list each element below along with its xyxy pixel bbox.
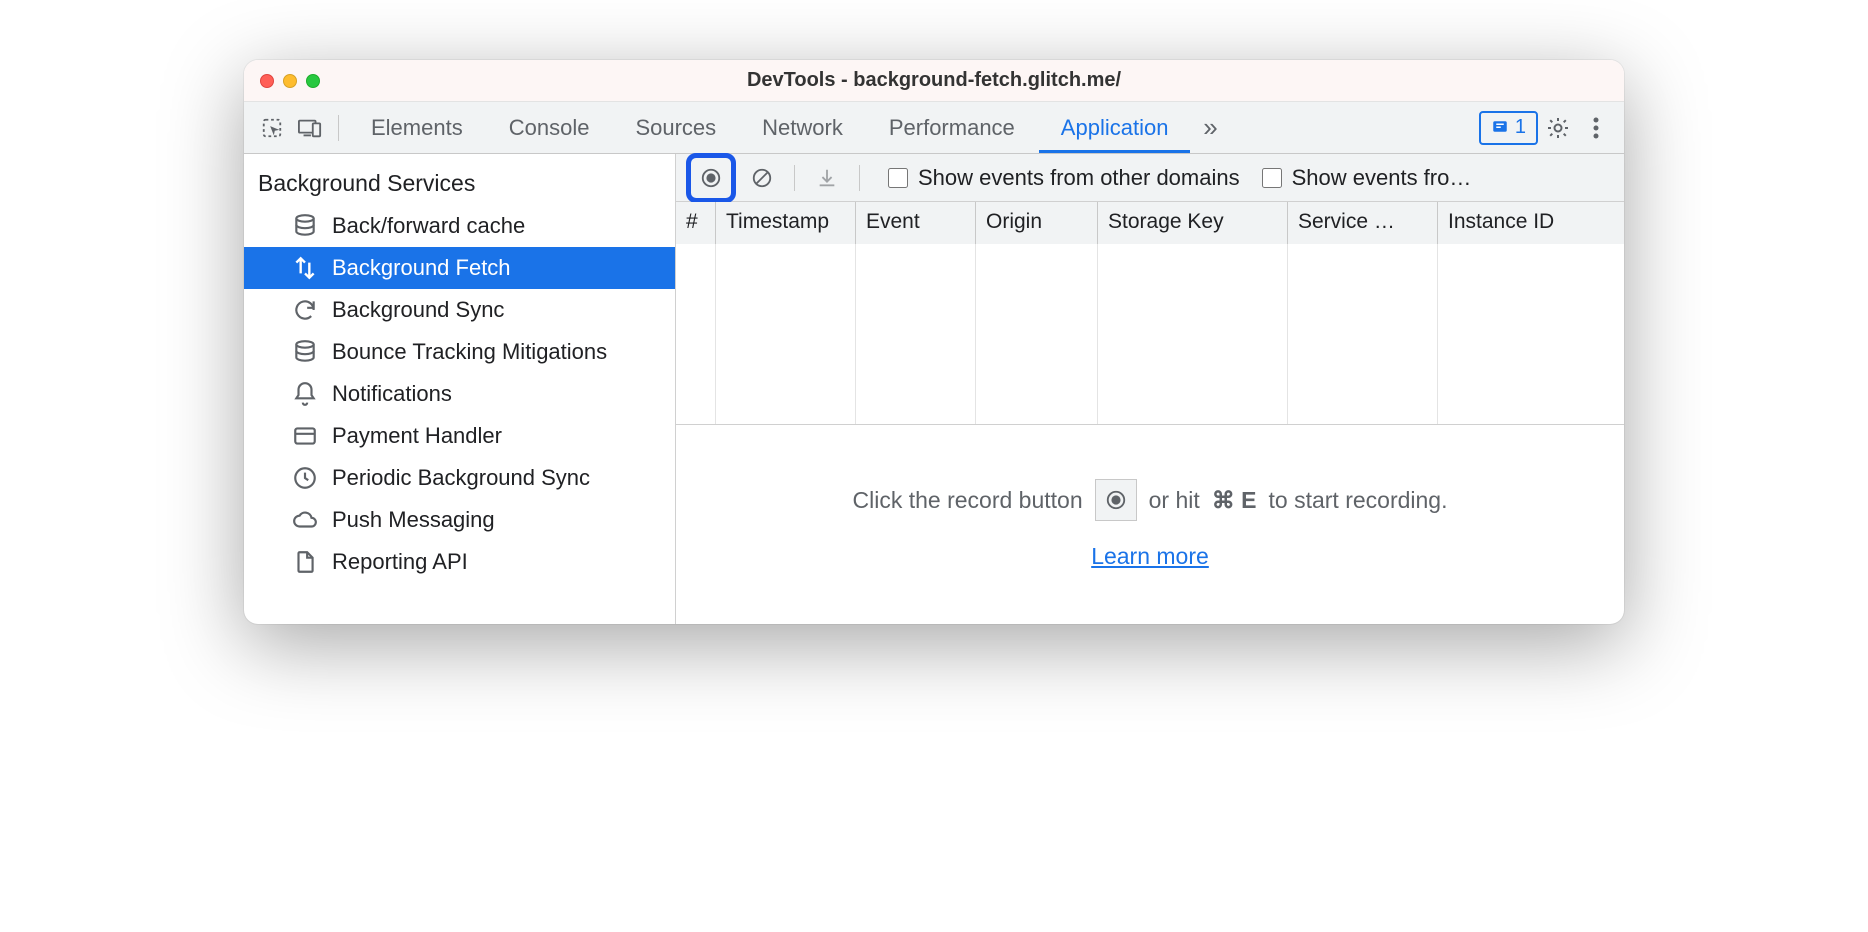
device-toolbar-icon[interactable] bbox=[292, 110, 328, 146]
sidebar-item-bounce-tracking[interactable]: Bounce Tracking Mitigations bbox=[244, 331, 675, 373]
main-content: Show events from other domains Show even… bbox=[676, 154, 1624, 624]
swap-vert-icon bbox=[292, 255, 318, 281]
bell-icon bbox=[292, 381, 318, 407]
record-icon-demo bbox=[1095, 479, 1137, 521]
checkbox-input[interactable] bbox=[888, 168, 908, 188]
sidebar-item-label: Payment Handler bbox=[332, 423, 502, 449]
sidebar-item-background-sync[interactable]: Background Sync bbox=[244, 289, 675, 331]
devtools-window: DevTools - background-fetch.glitch.me/ E… bbox=[244, 60, 1624, 624]
tab-application[interactable]: Application bbox=[1039, 102, 1191, 153]
learn-more-link[interactable]: Learn more bbox=[1091, 543, 1209, 570]
clear-button[interactable] bbox=[744, 160, 780, 196]
col-storage-key[interactable]: Storage Key bbox=[1098, 202, 1288, 244]
sidebar-item-label: Periodic Background Sync bbox=[332, 465, 590, 491]
maximize-window-button[interactable] bbox=[306, 74, 320, 88]
tab-sources[interactable]: Sources bbox=[613, 102, 738, 153]
table-header: # Timestamp Event Origin Storage Key Ser… bbox=[676, 202, 1624, 244]
sidebar-item-label: Reporting API bbox=[332, 549, 468, 575]
col-instance-id[interactable]: Instance ID bbox=[1438, 202, 1624, 244]
database-icon bbox=[292, 339, 318, 365]
checkbox-input[interactable] bbox=[1262, 168, 1282, 188]
record-button-highlight bbox=[686, 153, 736, 203]
sidebar-item-payment-handler[interactable]: Payment Handler bbox=[244, 415, 675, 457]
sidebar-item-label: Back/forward cache bbox=[332, 213, 525, 239]
show-events-from-checkbox[interactable]: Show events fro… bbox=[1262, 165, 1472, 191]
sidebar-item-label: Bounce Tracking Mitigations bbox=[332, 339, 607, 365]
table-body-empty bbox=[676, 244, 1624, 424]
database-icon bbox=[292, 213, 318, 239]
application-sidebar: Background Services Back/forward cache B… bbox=[244, 154, 676, 624]
sidebar-item-label: Background Fetch bbox=[332, 255, 511, 281]
window-title: DevTools - background-fetch.glitch.me/ bbox=[244, 69, 1624, 92]
checkbox-label: Show events fro… bbox=[1292, 165, 1472, 191]
sidebar-item-label: Notifications bbox=[332, 381, 452, 407]
card-icon bbox=[292, 423, 318, 449]
issues-button[interactable]: 1 bbox=[1479, 111, 1538, 145]
sidebar-item-periodic-sync[interactable]: Periodic Background Sync bbox=[244, 457, 675, 499]
clock-icon bbox=[292, 465, 318, 491]
sidebar-item-bf-cache[interactable]: Back/forward cache bbox=[244, 205, 675, 247]
cloud-icon bbox=[292, 507, 318, 533]
panel-tabbar: Elements Console Sources Network Perform… bbox=[244, 102, 1624, 154]
minimize-window-button[interactable] bbox=[283, 74, 297, 88]
sidebar-item-push-messaging[interactable]: Push Messaging bbox=[244, 499, 675, 541]
sidebar-item-background-fetch[interactable]: Background Fetch bbox=[244, 247, 675, 289]
kebab-menu-icon[interactable] bbox=[1578, 110, 1614, 146]
more-tabs-icon[interactable]: » bbox=[1192, 110, 1228, 146]
sidebar-item-label: Push Messaging bbox=[332, 507, 495, 533]
sidebar-item-reporting-api[interactable]: Reporting API bbox=[244, 541, 675, 583]
sidebar-item-label: Background Sync bbox=[332, 297, 504, 323]
record-icon bbox=[700, 167, 722, 189]
tab-performance[interactable]: Performance bbox=[867, 102, 1037, 153]
sidebar-item-notifications[interactable]: Notifications bbox=[244, 373, 675, 415]
empty-state: Click the record button or hit ⌘ E to st… bbox=[676, 425, 1624, 624]
sync-icon bbox=[292, 297, 318, 323]
save-button[interactable] bbox=[809, 160, 845, 196]
tab-elements[interactable]: Elements bbox=[349, 102, 485, 153]
settings-icon[interactable] bbox=[1540, 110, 1576, 146]
panel-body: Background Services Back/forward cache B… bbox=[244, 154, 1624, 624]
titlebar: DevTools - background-fetch.glitch.me/ bbox=[244, 60, 1624, 102]
window-controls bbox=[260, 74, 320, 88]
divider bbox=[794, 165, 795, 191]
file-icon bbox=[292, 549, 318, 575]
col-timestamp[interactable]: Timestamp bbox=[716, 202, 856, 244]
col-index[interactable]: # bbox=[676, 202, 716, 244]
events-toolbar: Show events from other domains Show even… bbox=[676, 154, 1624, 202]
divider bbox=[338, 115, 339, 141]
inspect-element-icon[interactable] bbox=[254, 110, 290, 146]
col-origin[interactable]: Origin bbox=[976, 202, 1098, 244]
download-icon bbox=[816, 167, 838, 189]
record-button[interactable] bbox=[693, 160, 729, 196]
sidebar-section-header: Background Services bbox=[244, 160, 675, 205]
col-service[interactable]: Service … bbox=[1288, 202, 1438, 244]
divider bbox=[859, 165, 860, 191]
empty-state-text: Click the record button or hit ⌘ E to st… bbox=[853, 479, 1448, 521]
show-other-domains-checkbox[interactable]: Show events from other domains bbox=[888, 165, 1240, 191]
tab-network[interactable]: Network bbox=[740, 102, 865, 153]
col-event[interactable]: Event bbox=[856, 202, 976, 244]
events-table: # Timestamp Event Origin Storage Key Ser… bbox=[676, 202, 1624, 425]
tab-console[interactable]: Console bbox=[487, 102, 612, 153]
checkbox-label: Show events from other domains bbox=[918, 165, 1240, 191]
shortcut-hint: ⌘ E bbox=[1212, 487, 1257, 514]
issues-count: 1 bbox=[1515, 116, 1526, 139]
close-window-button[interactable] bbox=[260, 74, 274, 88]
clear-icon bbox=[751, 167, 773, 189]
